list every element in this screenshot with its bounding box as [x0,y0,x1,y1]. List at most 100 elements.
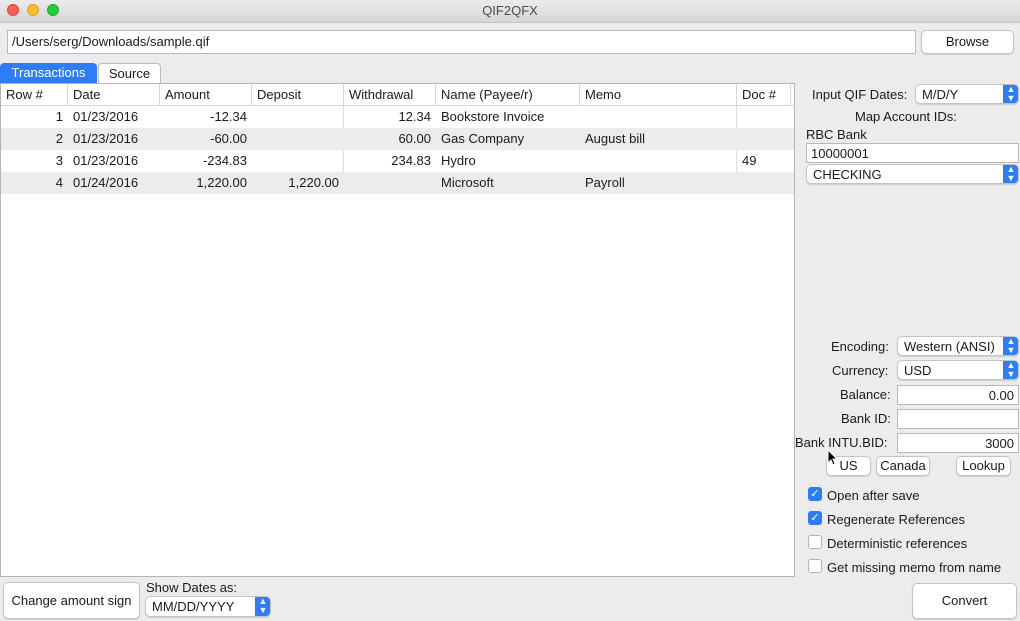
select-arrows-icon: ▲ ▼ [1003,361,1018,379]
window-title: QIF2QFX [482,3,538,18]
cell-withdrawal: 60.00 [398,131,431,146]
cell-memo: August bill [585,131,645,146]
cell-name: Hydro [441,153,476,168]
checkbox-unchecked-icon[interactable] [808,535,822,549]
show-dates-value: MM/DD/YYYY [152,599,235,614]
option-deterministic-references[interactable]: Deterministic references [808,535,1018,553]
option-regenerate-references[interactable]: ✓ Regenerate References [808,511,1018,529]
show-dates-label: Show Dates as: [146,580,238,595]
cell-row-number: 4 [55,175,63,190]
cell-memo [580,150,737,172]
transactions-table[interactable]: Row # Date Amount Deposit Withdrawal Nam… [0,83,795,577]
currency-select[interactable]: USD ▲ ▼ [897,360,1019,380]
intu-bid-label: Bank INTU.BID: [795,435,888,450]
select-arrows-icon: ▲ ▼ [1003,337,1018,355]
cell-amount: -234.83 [202,153,247,168]
balance-label: Balance: [840,387,891,402]
browse-button[interactable]: Browse [921,30,1014,54]
option-label: Deterministic references [827,536,968,551]
account-id-input[interactable]: 10000001 [806,143,1019,163]
option-get-missing-memo[interactable]: Get missing memo from name [808,559,1018,577]
cell-date: 01/23/2016 [73,153,139,168]
bank-id-input[interactable] [897,409,1019,429]
convert-button[interactable]: Convert [912,583,1017,619]
bank-name-label: RBC Bank [806,127,867,142]
cell-date: 01/24/2016 [73,175,139,190]
cell-amount: -60.00 [210,131,247,146]
currency-value: USD [904,363,932,378]
tab-transactions[interactable]: Transactions [0,63,97,83]
cell-doc [737,172,791,194]
show-dates-select[interactable]: MM/DD/YYYY ▲ ▼ [145,596,271,617]
column-divider [343,106,344,128]
mouse-cursor-icon [827,449,838,466]
cell-name: Bookstore Invoice [441,109,545,124]
cell-withdrawal [344,172,436,194]
option-label: Open after save [827,488,920,503]
option-label: Regenerate References [827,512,966,527]
cell-row-number: 1 [55,109,63,124]
tab-source[interactable]: Source [98,63,161,83]
title-bar: QIF2QFX [0,0,1020,23]
canada-button[interactable]: Canada [876,456,930,476]
select-arrows-icon: ▲ ▼ [255,597,270,616]
cell-row-number: 2 [55,131,63,146]
bank-id-label: Bank ID: [841,411,891,426]
cell-withdrawal: 12.34 [398,109,431,124]
account-type-value: CHECKING [813,167,882,182]
cell-deposit: 1,220.00 [288,175,339,190]
cell-doc: 49 [742,153,757,168]
option-label: Get missing memo from name [827,560,1002,575]
input-dates-select[interactable]: M/D/Y ▲ ▼ [915,84,1019,104]
cell-amount: 1,220.00 [196,175,247,190]
table-row[interactable]: 3 01/23/2016 -234.83 234.83 Hydro 49 [1,150,794,172]
option-open-after-save[interactable]: ✓ Open after save [808,487,1018,505]
file-path-input[interactable]: /Users/serg/Downloads/sample.qif [7,30,916,54]
checkbox-unchecked-icon[interactable] [808,559,822,573]
cell-memo [580,106,737,128]
encoding-value: Western (ANSI) [904,339,995,354]
column-header-name[interactable]: Name (Payee/r) [436,84,580,106]
encoding-select[interactable]: Western (ANSI) ▲ ▼ [897,336,1019,356]
lookup-button[interactable]: Lookup [956,456,1011,476]
cell-name: Gas Company [441,131,525,146]
column-header-row-number[interactable]: Row # [1,84,68,106]
balance-input[interactable]: 0.00 [897,385,1019,405]
table-row[interactable]: 1 01/23/2016 -12.34 12.34 Bookstore Invo… [1,106,794,128]
column-header-doc[interactable]: Doc # [737,84,791,106]
cell-deposit [252,128,344,150]
cell-name: Microsoft [441,175,494,190]
cell-memo: Payroll [585,175,625,190]
cell-row-number: 3 [55,153,63,168]
cell-date: 01/23/2016 [73,131,139,146]
cell-doc [737,128,791,150]
column-divider [736,106,737,128]
table-row[interactable]: 2 01/23/2016 -60.00 60.00 Gas Company Au… [1,128,794,150]
column-header-date[interactable]: Date [68,84,160,106]
column-divider [343,150,344,172]
change-amount-sign-button[interactable]: Change amount sign [3,582,140,619]
select-arrows-icon: ▲ ▼ [1003,85,1018,103]
column-divider [736,150,737,172]
checkbox-checked-icon[interactable]: ✓ [808,487,822,501]
column-header-deposit[interactable]: Deposit [252,84,344,106]
currency-label: Currency: [832,363,889,378]
cell-doc [737,106,791,128]
map-account-ids-label: Map Account IDs: [855,109,957,124]
column-header-withdrawal[interactable]: Withdrawal [344,84,436,106]
intu-bid-input[interactable]: 3000 [897,433,1019,453]
checkbox-checked-icon[interactable]: ✓ [808,511,822,525]
column-header-amount[interactable]: Amount [160,84,252,106]
cell-amount: -12.34 [210,109,247,124]
input-dates-value: M/D/Y [922,87,959,102]
column-header-memo[interactable]: Memo [580,84,737,106]
select-arrows-icon: ▲ ▼ [1003,165,1018,183]
encoding-label: Encoding: [831,339,889,354]
cell-deposit [252,150,344,172]
account-type-select[interactable]: CHECKING ▲ ▼ [806,164,1019,184]
table-row[interactable]: 4 01/24/2016 1,220.00 1,220.00 Microsoft… [1,172,794,194]
column-header-filler [791,84,794,106]
cell-withdrawal: 234.83 [391,153,431,168]
cell-deposit [252,106,344,128]
input-dates-label: Input QIF Dates: [812,87,908,102]
